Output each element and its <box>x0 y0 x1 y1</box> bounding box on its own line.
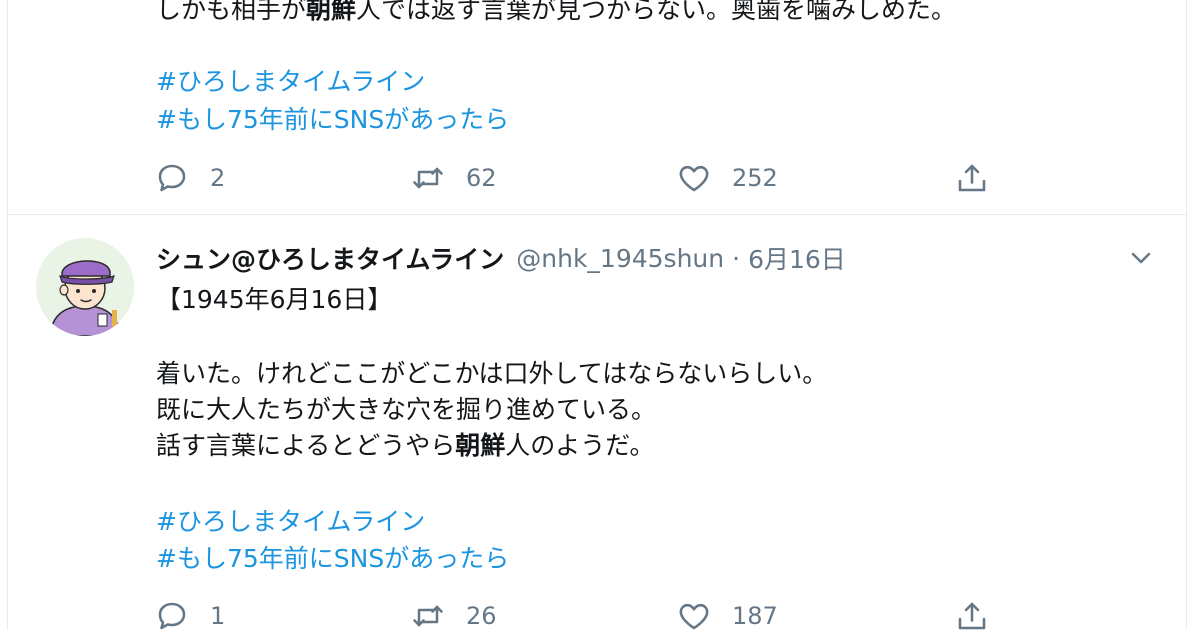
tweet-text-line: 着いた。けれどここがどこかは口外してはならないらしい。 <box>156 359 828 388</box>
tweet-text-line: しかも相手が朝鮮人では返す言葉が見つからない。奥歯を噛みしめた。 <box>156 0 957 24</box>
reply-button[interactable]: 2 <box>154 158 225 198</box>
retweet-icon <box>413 605 443 627</box>
hashtag-link[interactable]: #ひろしまタイムライン <box>156 64 425 100</box>
retweet-button[interactable]: 26 <box>410 596 497 636</box>
reply-count: 2 <box>210 164 226 192</box>
author-handle[interactable]: @nhk_1945shun <box>516 244 724 273</box>
like-button[interactable]: 187 <box>676 596 778 636</box>
share-icon <box>958 602 986 630</box>
author-name[interactable]: シュン@ひろしまタイムライン <box>156 240 504 276</box>
like-count: 252 <box>732 164 778 192</box>
tweet-divider <box>8 214 1186 215</box>
avatar[interactable] <box>36 238 134 336</box>
hashtag-link[interactable]: #もし75年前にSNSがあったら <box>156 102 509 138</box>
retweet-count: 26 <box>466 602 497 630</box>
retweet-count: 62 <box>466 164 497 192</box>
tweet-actions: 2 62 252 <box>0 158 1200 198</box>
tweet-text-line: 【1945年6月16日】 <box>156 285 393 314</box>
reply-button[interactable]: 1 <box>154 596 225 636</box>
avatar-illustration <box>36 238 134 336</box>
reply-count: 1 <box>210 602 226 630</box>
retweet-button[interactable]: 62 <box>410 158 497 198</box>
reply-icon <box>158 602 186 630</box>
tweet-actions: 1 26 187 <box>0 596 1200 636</box>
like-button[interactable]: 252 <box>676 158 778 198</box>
reply-icon <box>158 164 186 192</box>
chevron-down-icon[interactable] <box>1125 242 1157 274</box>
tweet-text-line: 既に大人たちが大きな穴を掘り進めている。 <box>156 395 657 424</box>
tweet-previous[interactable]: しかも相手が朝鮮人では返す言葉が見つからない。奥歯を噛みしめた。 #ひろしまタイ… <box>0 0 1200 215</box>
tweet-date[interactable]: 6月16日 <box>748 240 846 276</box>
like-icon <box>679 165 709 192</box>
share-icon <box>958 164 986 192</box>
hashtag-link[interactable]: #ひろしまタイムライン <box>156 504 425 540</box>
header-separator: · <box>732 243 741 273</box>
like-icon <box>679 603 709 630</box>
hashtag-link[interactable]: #もし75年前にSNSがあったら <box>156 541 509 577</box>
retweet-icon <box>413 167 443 189</box>
like-count: 187 <box>732 602 778 630</box>
tweet-header: シュン@ひろしまタイムライン @nhk_1945shun · 6月16日 <box>156 238 846 278</box>
tweet-text-line: 話す言葉によるとどうやら朝鮮人のようだ。 <box>156 431 655 460</box>
share-button[interactable] <box>954 596 990 636</box>
share-button[interactable] <box>954 158 990 198</box>
